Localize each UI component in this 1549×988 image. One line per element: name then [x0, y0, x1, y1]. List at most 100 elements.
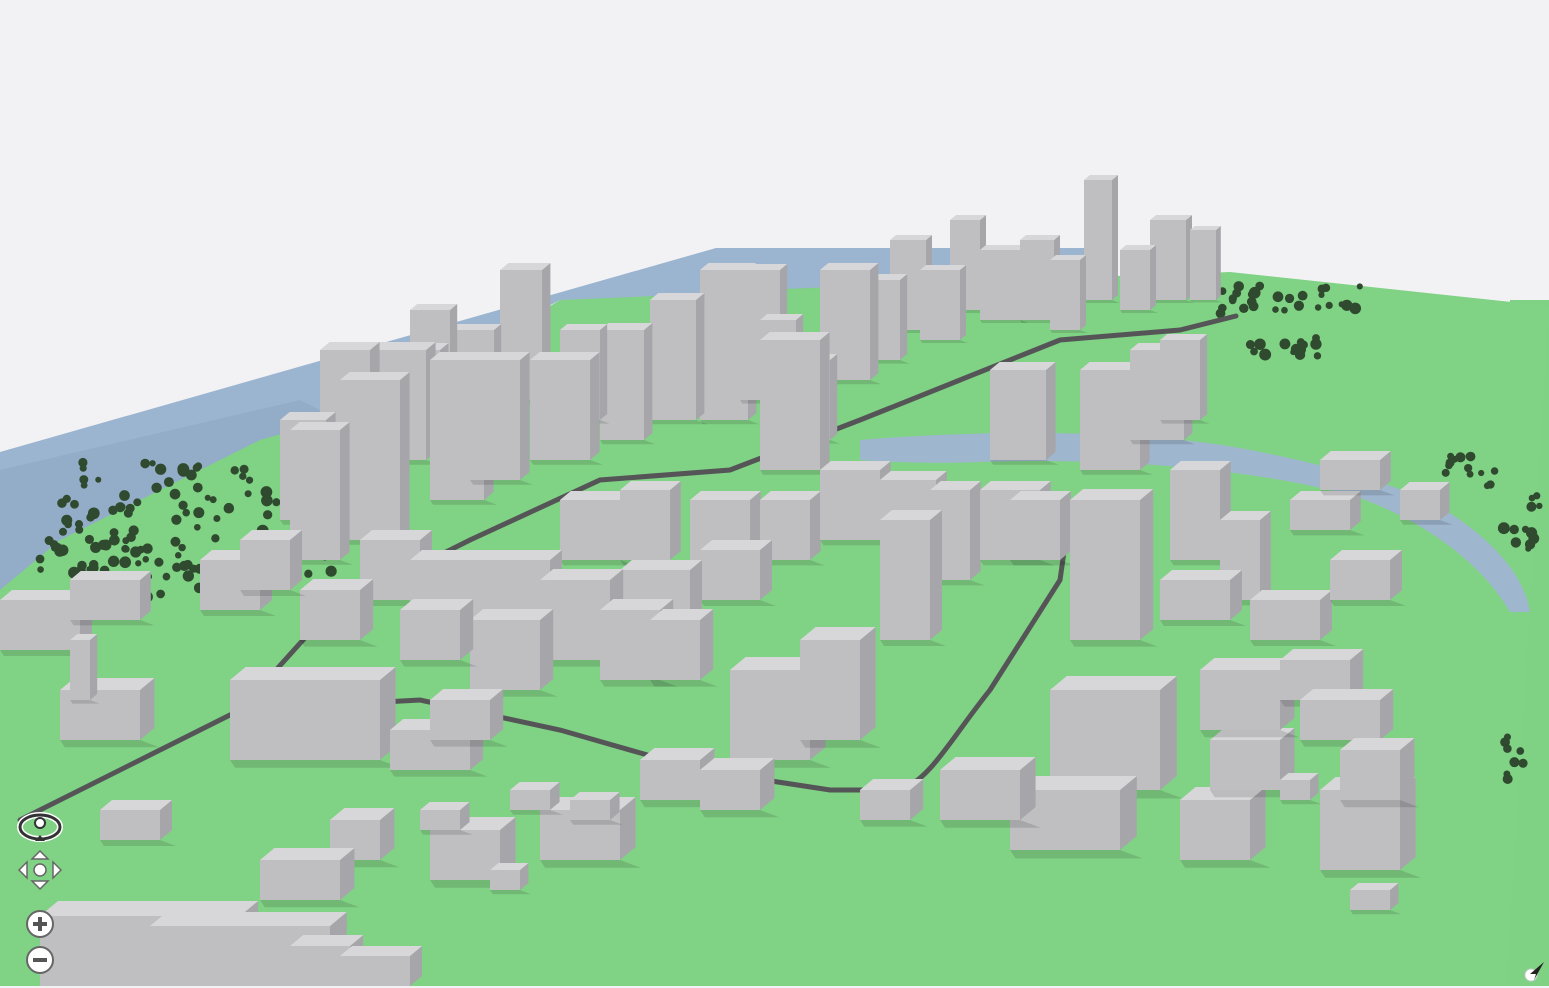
tree [188, 564, 196, 572]
tree [142, 543, 153, 554]
tree [213, 514, 221, 522]
tree [244, 490, 252, 498]
tree [1279, 338, 1291, 350]
tree [140, 458, 150, 469]
tree [172, 562, 182, 573]
tree [211, 534, 220, 543]
tree [126, 532, 136, 542]
tree [142, 556, 150, 563]
building [1120, 245, 1158, 313]
tree [1325, 301, 1333, 310]
tree [119, 503, 126, 510]
tree [1321, 283, 1331, 293]
tree [35, 554, 45, 564]
tree [59, 527, 68, 536]
building [700, 540, 776, 606]
tree [1447, 452, 1455, 460]
tree [1516, 747, 1525, 755]
tree [1509, 524, 1519, 535]
tree [193, 507, 205, 519]
tree [119, 556, 132, 569]
tree [1356, 283, 1363, 290]
tree [272, 498, 281, 507]
tree [1528, 494, 1536, 502]
tree [1284, 293, 1295, 304]
tree [239, 472, 247, 480]
tree [239, 464, 249, 474]
tree [1293, 300, 1305, 311]
tree [1510, 537, 1522, 548]
tree [1281, 306, 1288, 314]
building [1084, 175, 1120, 303]
pan-button[interactable] [16, 848, 64, 892]
tree [1312, 334, 1320, 342]
building [800, 627, 881, 748]
north-arrow-button[interactable] [1522, 958, 1549, 986]
tree [1272, 306, 1279, 313]
tree [1503, 744, 1512, 753]
building [1010, 491, 1075, 566]
building [1190, 226, 1223, 303]
tree [95, 476, 102, 483]
tree [163, 477, 174, 488]
tree [44, 536, 54, 546]
zoom-in-button[interactable] [24, 908, 56, 940]
tree [154, 463, 167, 475]
tree [1259, 348, 1272, 361]
tree [1246, 297, 1257, 307]
tree [75, 525, 84, 534]
tree [1314, 304, 1322, 311]
tree [1254, 338, 1266, 350]
tree [1536, 502, 1543, 510]
tree [171, 514, 182, 525]
tree [149, 460, 156, 467]
tree [192, 463, 201, 472]
tree [1239, 303, 1249, 314]
tree [125, 503, 135, 513]
tree [182, 508, 190, 517]
map-navigation-controls [14, 808, 66, 978]
building [470, 609, 558, 697]
tree [178, 543, 186, 552]
building [340, 946, 422, 986]
building [1050, 255, 1088, 333]
tree [1455, 452, 1466, 463]
tree [178, 500, 188, 510]
tree [230, 466, 239, 475]
building [1160, 334, 1210, 424]
zoom-out-button[interactable] [24, 944, 56, 976]
tree [262, 510, 273, 520]
tree [1509, 757, 1520, 768]
3d-city-scene[interactable] [0, 0, 1549, 986]
tree [70, 499, 79, 509]
tree [1441, 468, 1450, 477]
tree [1294, 349, 1306, 360]
building [340, 372, 413, 545]
tree [204, 494, 211, 501]
plus-circle-icon [26, 910, 54, 938]
tree [90, 541, 102, 553]
tree [304, 569, 313, 578]
building [600, 323, 656, 445]
tree [1272, 291, 1284, 303]
tree [1466, 470, 1474, 478]
tree [79, 464, 87, 472]
tree [1490, 467, 1499, 475]
tree [107, 555, 120, 567]
orbit-compass-button[interactable] [14, 808, 66, 846]
tree [133, 498, 142, 507]
building [760, 332, 833, 475]
tree [193, 523, 201, 531]
tree [1248, 286, 1261, 299]
tree [151, 482, 162, 494]
tree [170, 536, 181, 547]
building [530, 352, 603, 465]
minus-circle-icon [26, 946, 54, 974]
tree [80, 481, 88, 489]
tree [156, 589, 165, 599]
tree [177, 463, 190, 475]
tree [223, 502, 235, 514]
tree [1526, 501, 1537, 512]
tree [135, 560, 142, 567]
tree [1232, 288, 1242, 298]
